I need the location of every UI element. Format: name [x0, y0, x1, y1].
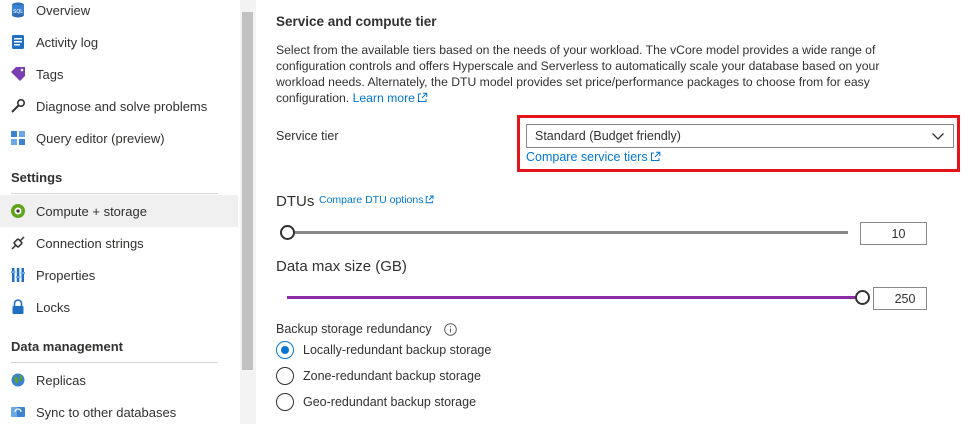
sidebar-item-label: Compute + storage — [36, 203, 147, 219]
learn-more-label: Learn more — [352, 91, 415, 105]
sidebar-item-diagnose[interactable]: Diagnose and solve problems — [0, 90, 238, 122]
sidebar-item-label: Sync to other databases — [36, 404, 177, 420]
sidebar-item-label: Query editor (preview) — [36, 130, 165, 146]
radio-label: Geo-redundant backup storage — [303, 395, 477, 409]
radio-label: Zone-redundant backup storage — [303, 369, 481, 383]
sidebar-item-overview[interactable]: SQL Overview — [0, 0, 238, 26]
dtus-input[interactable]: 10 — [860, 222, 927, 245]
data-size-input[interactable]: 250 — [873, 287, 927, 310]
sidebar-item-sync[interactable]: Sync to other databases — [0, 396, 238, 424]
section-title-data-management: Data management — [11, 339, 123, 354]
external-link-icon — [426, 195, 434, 204]
sidebar-item-label: Tags — [36, 66, 64, 82]
sidebar-item-locks[interactable]: Locks — [0, 291, 238, 323]
sql-database-icon: SQL — [10, 2, 26, 18]
sidebar-item-tags[interactable]: Tags — [0, 58, 238, 90]
sidebar-item-connection-strings[interactable]: Connection strings — [0, 227, 238, 259]
dtu-slider-track[interactable] — [287, 231, 848, 234]
sidebar-item-activity-log[interactable]: Activity log — [0, 26, 238, 58]
sidebar-item-label: Activity log — [36, 34, 99, 50]
sidebar-item-replicas[interactable]: Replicas — [0, 364, 238, 396]
description: Select from the available tiers based on… — [276, 42, 926, 106]
sync-icon — [10, 404, 26, 420]
query-editor-icon — [10, 130, 26, 146]
sidebar-item-label: Locks — [36, 299, 70, 315]
info-icon[interactable] — [444, 323, 457, 336]
radio-button[interactable] — [276, 367, 294, 385]
radio-geo-redundant[interactable]: Geo-redundant backup storage — [276, 392, 476, 412]
main-content: Service and compute tier Select from the… — [256, 0, 971, 424]
sidebar-item-label: Diagnose and solve problems — [36, 98, 208, 114]
data-size-slider-track[interactable] — [287, 296, 862, 299]
sidebar-item-properties[interactable]: Properties — [0, 259, 238, 291]
service-tier-label: Service tier — [276, 129, 339, 143]
globe-icon — [10, 372, 26, 388]
section-divider — [11, 362, 218, 363]
wrench-icon — [10, 98, 26, 114]
compare-dtu-options-link[interactable]: Compare DTU options — [319, 194, 434, 206]
sidebar: SQL Overview Activity log Tags Diagnose … — [0, 0, 240, 424]
data-max-size-title: Data max size (GB) — [276, 258, 407, 275]
compare-service-tiers-link[interactable]: Compare service tiers — [526, 150, 661, 164]
backup-redundancy-label: Backup storage redundancy — [276, 322, 432, 336]
compare-tiers-label: Compare service tiers — [526, 150, 648, 164]
external-link-icon — [650, 151, 660, 161]
sidebar-item-label: Overview — [36, 2, 91, 18]
lock-icon — [10, 299, 26, 315]
connection-plug-icon — [10, 235, 26, 251]
sidebar-item-query-editor[interactable]: Query editor (preview) — [0, 122, 238, 154]
radio-button-checked[interactable] — [276, 341, 294, 359]
chevron-down-icon — [932, 133, 944, 140]
sidebar-item-label: Connection strings — [36, 235, 144, 251]
radio-label: Locally-redundant backup storage — [303, 343, 492, 357]
data-size-slider-thumb[interactable] — [854, 290, 870, 305]
activity-log-icon — [10, 34, 26, 50]
sidebar-item-compute-storage[interactable]: Compute + storage — [0, 195, 238, 227]
sidebar-scrollbar-thumb[interactable] — [242, 12, 253, 370]
service-tier-dropdown[interactable]: Standard (Budget friendly) — [526, 124, 954, 148]
radio-zone-redundant[interactable]: Zone-redundant backup storage — [276, 366, 481, 386]
sidebar-item-label: Properties — [36, 267, 96, 283]
section-title-settings: Settings — [11, 170, 63, 185]
dtus-title: DTUs — [276, 193, 315, 210]
sidebar-item-label: Replicas — [36, 372, 86, 388]
learn-more-link[interactable]: Learn more — [353, 91, 428, 105]
properties-bars-icon — [10, 267, 26, 283]
section-title: Service and compute tier — [276, 14, 437, 29]
external-link-icon — [417, 92, 428, 102]
section-divider — [11, 193, 218, 194]
compare-dtu-label: Compare DTU options — [319, 194, 424, 206]
radio-locally-redundant[interactable]: Locally-redundant backup storage — [276, 340, 491, 360]
dtu-slider-thumb[interactable] — [279, 225, 295, 240]
tag-icon — [10, 66, 26, 82]
compute-storage-icon — [10, 203, 26, 219]
service-tier-value: Standard (Budget friendly) — [535, 129, 681, 143]
radio-button[interactable] — [276, 393, 294, 411]
svg-text:SQL: SQL — [13, 9, 23, 15]
